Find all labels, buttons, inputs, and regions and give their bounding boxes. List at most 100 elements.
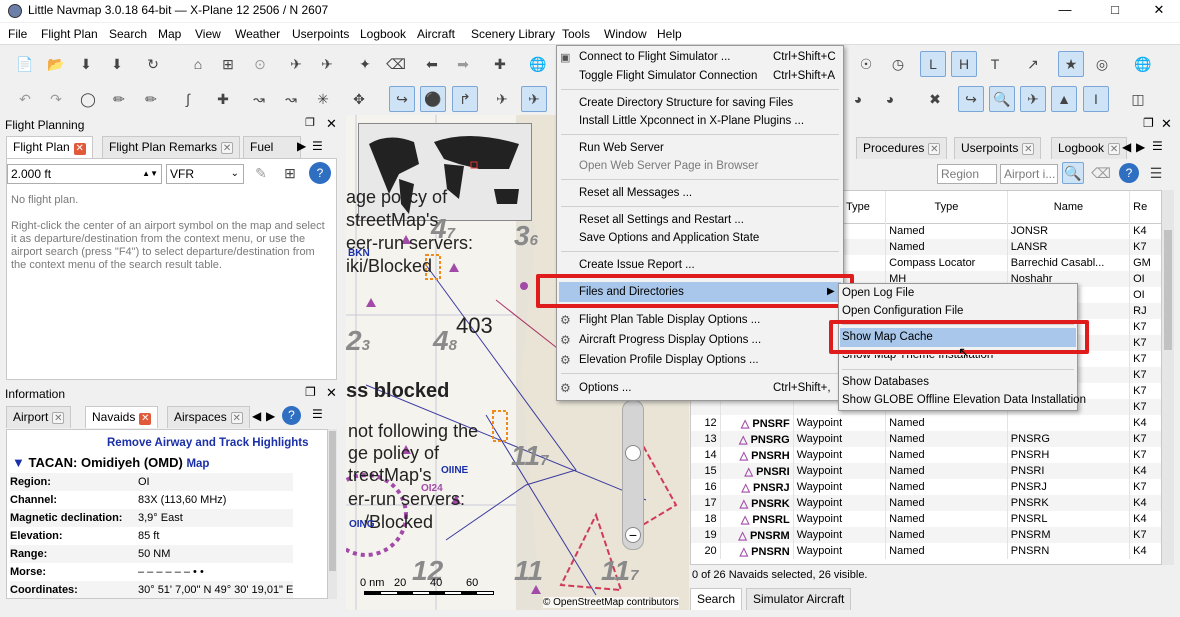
menu-weather[interactable]: Weather (235, 27, 280, 41)
ruler-2-icon[interactable]: ✏ (138, 86, 164, 112)
table-row[interactable]: 18 △ PNSRL Waypoint Named PNSRL K4 (691, 511, 1161, 527)
help-icon[interactable]: ? (309, 162, 331, 184)
tab-menu-icon[interactable]: ☰ (1152, 139, 1163, 153)
menu-item-install-xpconnect[interactable]: Install Little Xpconnect in X-Plane Plug… (579, 115, 804, 127)
close-tab-icon[interactable]: ✕ (1022, 143, 1035, 155)
table-row[interactable]: 14 △ PNSRH Waypoint Named PNSRH K7 (691, 447, 1161, 463)
maximize-button[interactable]: □ (1092, 0, 1138, 22)
search-icon[interactable]: 🔍 (1062, 162, 1084, 184)
menu-item-open-configuration-file[interactable]: Open Configuration File (842, 305, 963, 317)
wind-icon[interactable]: ✖ (922, 86, 948, 112)
table-row[interactable]: 16 △ PNSRJ Waypoint Named PNSRJ K7 (691, 479, 1161, 495)
menu-item-elevation-profile-options[interactable]: Elevation Profile Display Options ... (579, 354, 759, 366)
clock-icon[interactable]: ◷ (885, 51, 911, 77)
tab-logbook[interactable]: Logbook ✕ (1051, 137, 1128, 159)
info-i-icon[interactable]: I (1083, 86, 1109, 112)
star-icon[interactable]: ★ (1058, 51, 1084, 77)
save-as-icon[interactable]: ⬇ (104, 51, 130, 77)
close-tab-icon[interactable]: ✕ (230, 412, 243, 424)
region-input[interactable]: Region (937, 164, 997, 184)
close-button[interactable]: ✕ (1136, 0, 1180, 22)
altitude-field[interactable]: 2.000 ft ▲▼ (7, 164, 162, 184)
help-icon[interactable]: ? (282, 406, 301, 425)
col-type[interactable]: Type (885, 191, 1008, 223)
close-tab-icon[interactable]: ✕ (139, 413, 152, 425)
open-folder-icon[interactable]: 📂 (43, 51, 69, 77)
airway-3-icon[interactable]: ✳ (310, 86, 336, 112)
tab-scroll-right-icon[interactable]: ▶ (266, 409, 275, 423)
menu-item-toggle-connection[interactable]: Toggle Flight Simulator Connection (579, 70, 757, 82)
float-icon[interactable]: ❐ (305, 116, 315, 129)
edit-icon[interactable]: ✎ (250, 162, 272, 184)
save-icon[interactable]: ⬇ (73, 51, 99, 77)
table-row[interactable]: 17 △ PNSRK Waypoint Named PNSRK K4 (691, 495, 1161, 511)
menu-logbook[interactable]: Logbook (360, 27, 406, 41)
airplane-off-icon[interactable]: ✈ (314, 51, 340, 77)
fir-icon[interactable]: ◕ (877, 86, 903, 112)
flight-path-icon[interactable]: ↪ (389, 86, 415, 112)
info-scrollbar[interactable] (328, 429, 337, 599)
zoom-icon[interactable]: ⊙ (247, 51, 273, 77)
menu-map[interactable]: Map (158, 27, 181, 41)
tab-scroll-icon[interactable]: ▶ (297, 139, 306, 153)
results-scrollbar-thumb[interactable] (1164, 230, 1172, 350)
col-name[interactable]: Name (1007, 191, 1131, 223)
compass-icon[interactable]: ☉ (853, 51, 879, 77)
menu-flight-plan[interactable]: Flight Plan (41, 27, 98, 41)
globe-icon[interactable]: 🌐 (525, 51, 551, 77)
menu-item-flight-plan-table-options[interactable]: Flight Plan Table Display Options ... (579, 314, 760, 326)
route-icon[interactable]: ∫ (175, 86, 201, 112)
menu-item-create-directory[interactable]: Create Directory Structure for saving Fi… (579, 97, 793, 109)
aircraft-show-icon[interactable]: ✈ (1020, 86, 1046, 112)
info-scrollbar-thumb[interactable] (329, 431, 336, 571)
tab-scroll-left-icon[interactable]: ◀ (252, 409, 261, 423)
table-row[interactable]: 15 △ PNSRI Waypoint Named PNSRI K4 (691, 463, 1161, 479)
tab-flight-plan-remarks[interactable]: Flight Plan Remarks ✕ (102, 136, 241, 158)
menu-item-open-log-file[interactable]: Open Log File (842, 287, 914, 299)
tab-scroll-left-icon[interactable]: ◀ (1122, 140, 1131, 154)
aircraft-trail-icon[interactable]: ✈ (489, 86, 515, 112)
redo-icon[interactable]: ↷ (43, 86, 69, 112)
airport-l-icon[interactable]: L (920, 51, 946, 77)
zoom-slider-handle[interactable] (625, 445, 641, 461)
menu-view[interactable]: View (195, 27, 221, 41)
tab-airport[interactable]: Airport ✕ (6, 406, 72, 428)
menu-file[interactable]: File (8, 27, 27, 41)
menu-window[interactable]: Window (604, 27, 647, 41)
airway-t-icon[interactable]: T (982, 51, 1008, 77)
spinner-icon[interactable]: ▲▼ (142, 165, 158, 183)
airplane-icon[interactable]: ✈ (283, 51, 309, 77)
track-icon[interactable]: ↗ (1020, 51, 1046, 77)
menu-item-open-web-page[interactable]: Open Web Server Page in Browser (579, 160, 758, 172)
tab-fuel-report[interactable]: Fuel Rep (243, 136, 301, 158)
menu-item-reset-messages[interactable]: Reset all Messages ... (579, 187, 692, 199)
minimize-button[interactable]: — (1042, 0, 1088, 22)
close-tab-icon[interactable]: ✕ (52, 412, 65, 424)
satellite-icon[interactable]: ✦ (352, 51, 378, 77)
grid-globe-icon[interactable]: 🌐 (1130, 51, 1156, 77)
calc-icon[interactable]: ◯ (75, 86, 101, 112)
center-icon[interactable]: ⊞ (215, 51, 241, 77)
measure-icon[interactable]: ✚ (487, 51, 513, 77)
menu-item-show-globe-installation[interactable]: Show GLOBE Offline Elevation Data Instal… (842, 394, 1086, 406)
tab-simulator-aircraft[interactable]: Simulator Aircraft (746, 588, 852, 610)
menu-userpoints[interactable]: Userpoints (292, 27, 349, 41)
reload-icon[interactable]: ↻ (140, 51, 166, 77)
target-icon[interactable]: ◎ (1089, 51, 1115, 77)
menu-item-save-options[interactable]: Save Options and Application State (579, 232, 759, 244)
search-map-icon[interactable]: 🔍 (989, 86, 1015, 112)
menu-help[interactable]: Help (657, 27, 682, 41)
tab-procedures[interactable]: Procedures ✕ (856, 137, 948, 159)
menu-item-create-issue-report[interactable]: Create Issue Report ... (579, 259, 695, 271)
add-waypoint-icon[interactable]: ✚ (210, 86, 236, 112)
menu-item-aircraft-progress-options[interactable]: Aircraft Progress Display Options ... (579, 334, 761, 346)
col-region[interactable]: Re (1129, 191, 1161, 223)
table-row[interactable]: 20 △ PNSRN Waypoint Named PNSRN K4 (691, 543, 1161, 559)
tab-search[interactable]: Search (690, 588, 743, 610)
airway-h-icon[interactable]: H (951, 51, 977, 77)
menu-item-options[interactable]: Options ... (579, 382, 631, 394)
clear-search-icon[interactable]: ⌫ (1090, 162, 1112, 184)
tab-menu-icon[interactable]: ☰ (312, 139, 323, 153)
float-icon[interactable]: ❐ (1143, 116, 1154, 130)
table-row[interactable]: 19 △ PNSRM Waypoint Named PNSRM K7 (691, 527, 1161, 543)
